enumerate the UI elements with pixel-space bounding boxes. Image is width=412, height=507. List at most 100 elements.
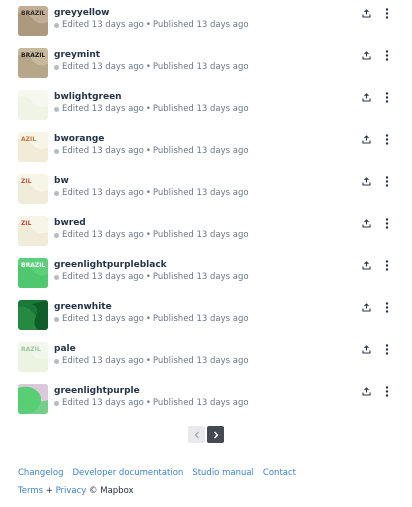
meta-separator: • [145,20,151,30]
style-name[interactable]: bworange [54,134,104,144]
style-name[interactable]: greenlightpurpleblack [54,260,167,270]
style-thumbnail[interactable]: BRAZIL [18,48,48,78]
more-options-button[interactable] [380,48,394,62]
more-vertical-icon [385,301,389,313]
status-dot-icon [54,64,59,70]
share-button[interactable] [359,258,373,272]
meta-separator: • [145,314,151,324]
more-vertical-icon [385,385,389,397]
status-dot-icon [54,400,59,406]
more-options-button[interactable] [380,342,394,356]
share-button[interactable] [359,48,373,62]
published-text: Published 13 days ago [152,314,249,324]
share-icon [361,176,371,186]
share-icon [361,8,371,18]
edited-text: Edited 13 days ago [62,272,144,282]
share-button[interactable] [359,342,373,356]
prev-page-button[interactable] [188,426,205,443]
style-thumbnail[interactable]: BRAZIL [18,258,48,288]
style-row[interactable]: BRAZIL greenlightpurpleblack Edited 13 day… [0,258,412,300]
more-vertical-icon [385,7,389,19]
more-vertical-icon [385,175,389,187]
share-button[interactable] [359,384,373,398]
more-options-button[interactable] [380,258,394,272]
share-button[interactable] [359,174,373,188]
style-name[interactable]: greyyellow [54,8,110,18]
style-row[interactable]: AZIL bworange Edited 13 days ago • Published… [0,132,412,174]
more-options-button[interactable] [380,90,394,104]
style-meta: Edited 13 days ago • Published 13 days ago [54,104,249,114]
style-row[interactable]: bwlightgreen Edited 13 days ago • Published… [0,90,412,132]
privacy-link[interactable]: Privacy [56,486,87,496]
style-name[interactable]: greenwhite [54,302,112,312]
style-thumbnail[interactable] [18,300,48,330]
share-icon [361,386,371,396]
share-button[interactable] [359,216,373,230]
more-options-button[interactable] [380,216,394,230]
svg-text:ZIL: ZIL [21,220,32,227]
more-options-button[interactable] [380,132,394,146]
contact-link[interactable]: Contact [263,468,296,478]
style-row[interactable]: BRAZIL greymint Edited 13 days ago • Publish… [0,48,412,90]
style-meta: Edited 13 days ago • Published 13 days ago [54,398,249,408]
style-row[interactable]: greenlightpurple Edited 13 days ago • Publi… [0,384,412,426]
chevron-right-icon [213,430,219,439]
style-meta: Edited 13 days ago • Published 13 days ago [54,62,249,72]
more-options-button[interactable] [380,174,394,188]
style-name[interactable]: bwlightgreen [54,92,122,102]
status-dot-icon [54,106,59,112]
share-button[interactable] [359,132,373,146]
share-icon [361,218,371,228]
share-button[interactable] [359,300,373,314]
svg-text:BRAZIL: BRAZIL [21,10,45,17]
changelog-link[interactable]: Changelog [18,468,64,478]
style-name[interactable]: bw [54,176,69,186]
share-icon [361,302,371,312]
style-name[interactable]: pale [54,344,76,354]
style-name[interactable]: bwred [54,218,86,228]
edited-text: Edited 13 days ago [62,398,144,408]
style-row[interactable]: RAZIL pale Edited 13 days ago • Published 13… [0,342,412,384]
more-options-button[interactable] [380,300,394,314]
style-row[interactable]: BRAZIL greyyellow Edited 13 days ago • Publi… [0,6,412,48]
style-meta: Edited 13 days ago • Published 13 days ago [54,188,249,198]
published-text: Published 13 days ago [152,398,249,408]
svg-text:BRAZIL: BRAZIL [21,52,45,59]
share-button[interactable] [359,90,373,104]
edited-text: Edited 13 days ago [62,230,144,240]
meta-separator: • [145,398,151,408]
more-vertical-icon [385,91,389,103]
style-row[interactable]: ZIL bw Edited 13 days ago • Published 13 day… [0,174,412,216]
studio-manual-link[interactable]: Studio manual [192,468,254,478]
style-meta: Edited 13 days ago • Published 13 days ago [54,230,249,240]
terms-link[interactable]: Terms [18,486,43,496]
style-thumbnail[interactable]: ZIL [18,216,48,246]
edited-text: Edited 13 days ago [62,188,144,198]
pagination [188,426,224,443]
legal-line: Terms + Privacy © Mapbox [18,486,305,496]
style-row[interactable]: greenwhite Edited 13 days ago • Published 1… [0,300,412,342]
style-thumbnail[interactable]: ZIL [18,174,48,204]
style-thumbnail[interactable]: BRAZIL [18,6,48,36]
style-thumbnail[interactable] [18,90,48,120]
developer-documentation-link[interactable]: Developer documentation [73,468,184,478]
style-meta: Edited 13 days ago • Published 13 days ago [54,314,249,324]
more-vertical-icon [385,259,389,271]
more-options-button[interactable] [380,6,394,20]
next-page-button[interactable] [207,426,224,443]
style-thumbnail[interactable]: AZIL [18,132,48,162]
style-row[interactable]: ZIL bwred Edited 13 days ago • Published 13 … [0,216,412,258]
plus-separator: + [43,486,56,496]
style-name[interactable]: greenlightpurple [54,386,140,396]
style-thumbnail[interactable] [18,384,48,414]
published-text: Published 13 days ago [152,188,249,198]
share-icon [361,344,371,354]
more-vertical-icon [385,49,389,61]
published-text: Published 13 days ago [152,146,249,156]
status-dot-icon [54,358,59,364]
share-button[interactable] [359,6,373,20]
status-dot-icon [54,148,59,154]
style-name[interactable]: greymint [54,50,100,60]
style-thumbnail[interactable]: RAZIL [18,342,48,372]
more-options-button[interactable] [380,384,394,398]
